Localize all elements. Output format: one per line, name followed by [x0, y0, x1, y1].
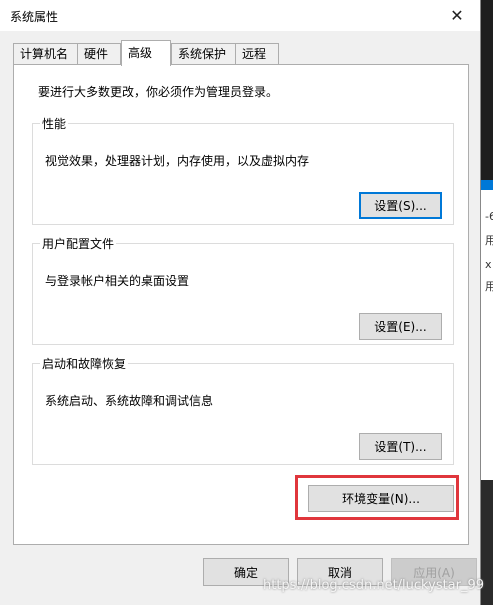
background-text: -6 [485, 210, 493, 223]
tab-computer-name[interactable]: 计算机名 [13, 43, 79, 65]
close-button[interactable]: ✕ [434, 0, 480, 31]
window-title: 系统属性 [10, 10, 59, 24]
tab-system-protection[interactable]: 系统保护 [171, 43, 237, 65]
tab-hardware[interactable]: 硬件 [77, 43, 121, 65]
tab-advanced[interactable]: 高级 [121, 40, 171, 66]
startup-recovery-description: 系统启动、系统故障和调试信息 [45, 394, 214, 408]
highlight-annotation-box [295, 475, 459, 520]
admin-notice: 要进行大多数更改，你必须作为管理员登录。 [38, 85, 279, 99]
user-profiles-settings-button[interactable]: 设置(E)... [359, 313, 442, 340]
advanced-tab-panel: 要进行大多数更改，你必须作为管理员登录。 性能 视觉效果，处理器计划，内存使用，… [13, 64, 469, 545]
background-text: x [485, 258, 492, 271]
user-profiles-legend: 用户配置文件 [42, 237, 115, 251]
startup-recovery-settings-button[interactable]: 设置(T)... [359, 433, 442, 460]
startup-recovery-legend: 启动和故障恢复 [42, 357, 127, 371]
tab-remote[interactable]: 远程 [235, 43, 279, 65]
close-icon: ✕ [450, 6, 464, 25]
background-text: 用 [485, 280, 493, 293]
system-properties-dialog: 系统属性 ✕ 计算机名 硬件 高级 系统保护 远程 要进行大多数更改，你必须作为… [0, 0, 485, 605]
background-window-strip: -6 用 x 用 [480, 190, 493, 480]
performance-legend: 性能 [42, 117, 67, 131]
user-profiles-description: 与登录帐户相关的桌面设置 [45, 274, 190, 288]
startup-recovery-group: 启动和故障恢复 系统启动、系统故障和调试信息 设置(T)... [32, 355, 454, 465]
background-text: 用 [485, 234, 493, 247]
performance-settings-button[interactable]: 设置(S)... [359, 192, 442, 219]
title-bar[interactable]: 系统属性 ✕ [0, 0, 480, 31]
performance-description: 视觉效果，处理器计划，内存使用，以及虚拟内存 [45, 154, 310, 168]
user-profiles-group: 用户配置文件 与登录帐户相关的桌面设置 设置(E)... [32, 235, 454, 345]
performance-group: 性能 视觉效果，处理器计划，内存使用，以及虚拟内存 设置(S)... [32, 115, 454, 225]
background-accent [480, 180, 493, 190]
watermark-text: https://blog.csdn.net/luckystar_99 [263, 578, 485, 593]
